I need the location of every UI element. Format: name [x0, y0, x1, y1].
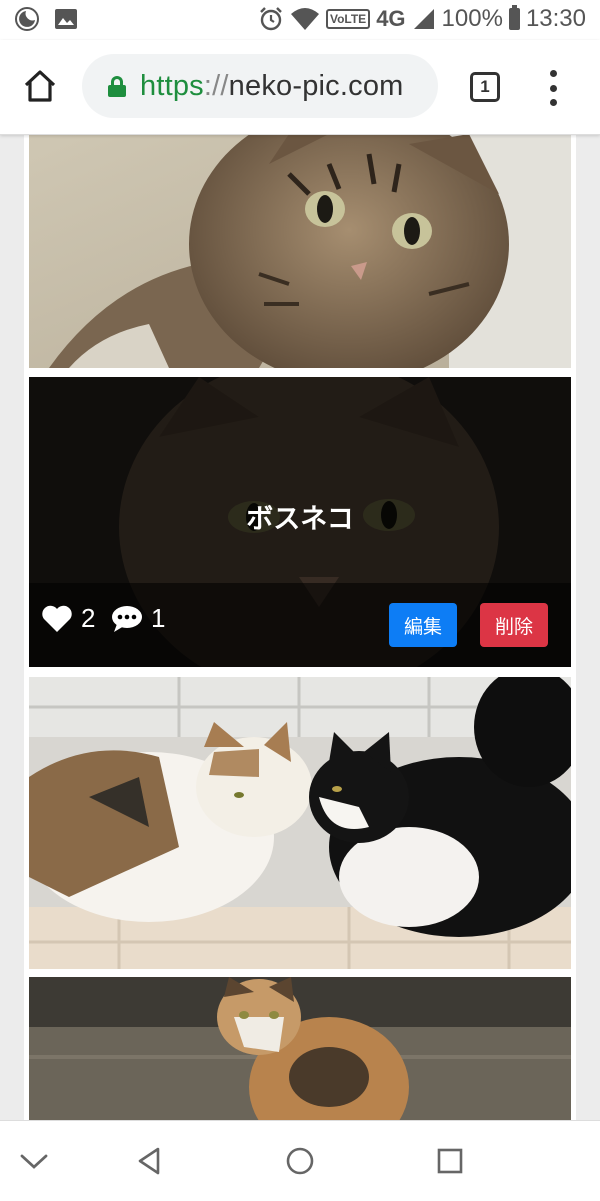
comment-count: 1 — [151, 603, 166, 633]
address-bar[interactable]: https://neko-pic.com — [82, 54, 438, 118]
volte-badge: VoLTE — [325, 9, 371, 29]
url-separator: :// — [203, 69, 229, 102]
calico-and-black-white-cats-photo[interactable] — [29, 677, 571, 969]
url-text[interactable]: https://neko-pic.com — [140, 70, 404, 103]
moon-icon — [15, 7, 39, 31]
status-bar: VoLTE 4G 100% 13:30 — [0, 0, 600, 40]
comment-icon — [112, 605, 142, 632]
lock-icon — [108, 76, 126, 97]
more-vert-icon[interactable] — [542, 70, 564, 106]
battery-percent: 100% — [441, 5, 503, 32]
tabby-kitten-photo[interactable] — [29, 134, 571, 368]
signal-icon — [413, 9, 434, 29]
tabs-icon[interactable]: 1 — [470, 72, 500, 102]
heart-icon — [42, 605, 72, 632]
clock: 13:30 — [525, 5, 586, 32]
calico-cat-walking-photo[interactable] — [29, 977, 571, 1120]
post-card-2[interactable]: ボスネコ 2 1 編集 削除 — [29, 377, 571, 667]
delete-button[interactable]: 削除 — [480, 603, 548, 647]
home-icon[interactable] — [22, 68, 58, 104]
tab-count: 1 — [480, 77, 490, 96]
url-scheme: https — [140, 69, 204, 102]
post-card-1[interactable] — [29, 134, 571, 368]
wifi-icon — [290, 8, 319, 30]
chevron-down-icon[interactable] — [16, 1143, 52, 1179]
like-button[interactable]: 2 — [41, 603, 95, 634]
network-type: 4G — [376, 6, 406, 31]
image-icon — [55, 9, 77, 29]
battery-icon — [508, 5, 520, 30]
post-card-4[interactable] — [29, 977, 571, 1120]
status-bar-right: VoLTE 4G 100% 13:30 — [258, 5, 586, 33]
system-nav-bar — [0, 1120, 600, 1201]
post-feed[interactable]: ボスネコ 2 1 編集 削除 — [24, 134, 576, 1120]
browser-toolbar: https://neko-pic.com 1 — [0, 40, 600, 135]
post-card-3[interactable] — [29, 677, 571, 969]
back-icon[interactable] — [132, 1143, 168, 1179]
comment-button[interactable]: 1 — [111, 603, 165, 634]
like-count: 2 — [81, 603, 96, 633]
post-actions-bar: 2 1 編集 削除 — [29, 583, 571, 667]
post-title: ボスネコ — [246, 504, 354, 535]
home-circle-icon[interactable] — [282, 1143, 318, 1179]
alarm-icon — [260, 7, 282, 31]
url-host: neko-pic.com — [228, 69, 404, 102]
status-bar-left — [14, 6, 78, 32]
recents-icon[interactable] — [432, 1143, 468, 1179]
edit-button[interactable]: 編集 — [389, 603, 457, 647]
